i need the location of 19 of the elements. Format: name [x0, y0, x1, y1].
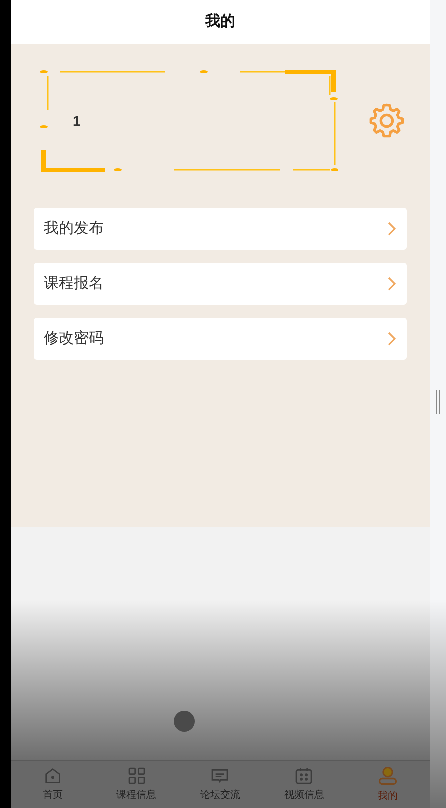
chevron-right-icon — [387, 331, 397, 347]
tab-item[interactable]: 课程信息 — [94, 761, 179, 808]
menu-item[interactable]: 我的发布 — [34, 208, 407, 250]
grid-icon — [126, 766, 147, 786]
tab-item[interactable]: 视频信息 — [262, 761, 346, 808]
user-icon — [377, 765, 400, 787]
menu-item[interactable]: 课程报名 — [34, 263, 407, 305]
tab-item[interactable]: 首页 — [11, 761, 95, 808]
tab-item[interactable]: 我的 — [346, 761, 430, 808]
page-title: 我的 — [206, 12, 236, 32]
username: 1 — [73, 112, 81, 130]
chevron-right-icon — [387, 276, 397, 292]
scroll-handle[interactable] — [436, 390, 440, 414]
chevron-right-icon — [387, 221, 397, 237]
calendar-icon — [294, 766, 314, 786]
menu-item[interactable]: 修改密码 — [34, 318, 407, 360]
touch-indicator — [174, 711, 195, 732]
home-icon — [42, 766, 63, 786]
tab-item[interactable]: 论坛交流 — [178, 761, 262, 808]
